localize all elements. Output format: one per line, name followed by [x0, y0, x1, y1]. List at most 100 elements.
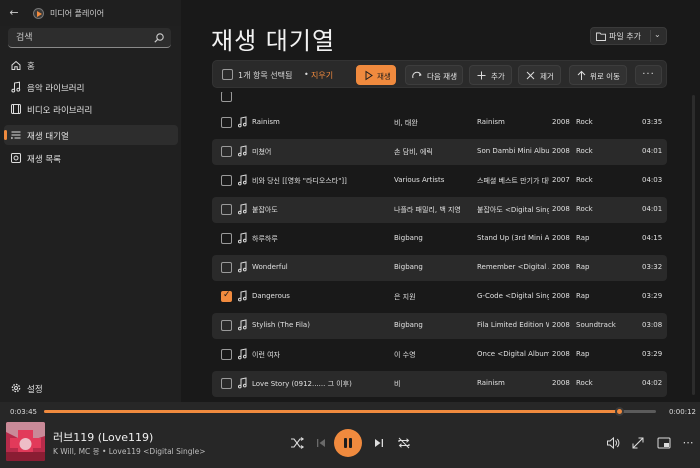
row-checkbox[interactable] — [221, 378, 232, 389]
track-artist[interactable]: 비 — [394, 379, 472, 389]
sidebar-item-label: 홈 — [27, 62, 35, 72]
remove-button[interactable]: 제거 — [518, 65, 561, 85]
more-options-icon[interactable]: ⋯ — [681, 435, 695, 451]
track-album[interactable]: Son Dambi Mini Album — [477, 147, 549, 155]
table-row[interactable]: Love Story (0912...... 그 이후) 비 Rainism 2… — [212, 371, 667, 397]
track-album[interactable]: Remember <Digital Album> — [477, 263, 549, 271]
track-artist[interactable]: Bigbang — [394, 234, 472, 242]
seek-slider[interactable] — [44, 407, 656, 416]
folder-icon — [596, 32, 606, 41]
track-album[interactable]: Rainism — [477, 379, 549, 387]
mini-player-icon[interactable] — [656, 435, 672, 451]
add-button[interactable]: 추가 — [469, 65, 512, 85]
back-button[interactable]: ← — [6, 6, 22, 20]
video-icon — [11, 104, 21, 114]
track-year: 2008 — [552, 321, 570, 329]
sidebar-item-home[interactable]: 홈 — [4, 55, 178, 75]
track-artist[interactable]: 은 지원 — [394, 292, 472, 302]
seek-thumb[interactable] — [615, 407, 625, 416]
row-checkbox[interactable] — [221, 175, 232, 186]
search-input[interactable] — [16, 31, 151, 45]
row-checkbox[interactable] — [221, 262, 232, 273]
repeat-off-icon[interactable] — [396, 435, 412, 451]
select-all-checkbox[interactable] — [222, 69, 233, 80]
table-row[interactable]: Rainism 비, 태완 Rainism 2008 Rock 03:35 — [212, 110, 667, 136]
sidebar-item-label: 재생 대기열 — [27, 132, 69, 142]
sidebar-item-playlists[interactable]: 재생 목록 — [4, 148, 178, 168]
active-indicator — [4, 130, 7, 140]
sidebar-item-video-library[interactable]: 비디오 라이브러리 — [4, 99, 178, 119]
row-checkbox[interactable] — [221, 233, 232, 244]
chevron-down-icon[interactable]: ⌄ — [654, 30, 661, 39]
music-note-icon — [238, 232, 247, 244]
now-playing-title: 러브119 (Love119) — [53, 431, 154, 444]
scrollbar[interactable] — [692, 95, 695, 395]
track-title: Stylish (The Fila) — [252, 321, 310, 329]
sidebar-item-music-library[interactable]: 음악 라이브러리 — [4, 77, 178, 97]
track-year: 2007 — [552, 176, 570, 184]
sidebar-item-settings[interactable]: 설정 — [4, 378, 178, 398]
track-genre: Rap — [576, 292, 590, 300]
track-year: 2008 — [552, 234, 570, 242]
table-row[interactable]: Wonderful Bigbang Remember <Digital Albu… — [212, 255, 667, 281]
track-album[interactable]: G-Code <Digital Single> — [477, 292, 549, 300]
previous-icon[interactable] — [313, 435, 329, 451]
move-up-button[interactable]: 위로 이동 — [569, 65, 627, 85]
shuffle-icon[interactable] — [289, 435, 305, 451]
table-row-selected[interactable]: Dangerous 은 지원 G-Code <Digital Single> 2… — [212, 284, 667, 310]
next-icon[interactable] — [371, 435, 387, 451]
row-checkbox[interactable] — [221, 146, 232, 157]
home-icon — [11, 60, 21, 70]
table-row[interactable]: 이런 여자 이 수영 Once <Digital Album> 2008 Rap… — [212, 342, 667, 368]
track-duration: 04:01 — [642, 147, 663, 155]
track-year: 2008 — [552, 263, 570, 271]
track-album[interactable]: Stand Up (3rd Mini Album) — [477, 234, 549, 242]
track-album[interactable]: Rainism — [477, 118, 549, 126]
track-duration: 04:01 — [642, 205, 663, 213]
track-artist[interactable]: 손 담비, 에릭 — [394, 147, 472, 157]
music-note-icon — [238, 261, 247, 273]
track-title: 이런 여자 — [252, 351, 280, 359]
table-row[interactable]: 붙잡아도 나플라 패밀리, 백 지영 붙잡아도 <Digital Single>… — [212, 197, 667, 223]
clear-selection-link[interactable]: 지우기 — [311, 70, 333, 81]
table-row[interactable]: 비와 당신 [[영화 "라디오스타"]] Various Artists 스페셜… — [212, 168, 667, 194]
track-artist[interactable]: 비, 태완 — [394, 118, 472, 128]
sidebar-item-play-queue[interactable]: 재생 대기열 — [4, 125, 178, 145]
selection-count: 1개 항목 선택됨 — [238, 71, 293, 80]
table-row[interactable]: Stylish (The Fila) Bigbang Fila Limited … — [212, 313, 667, 339]
play-next-button[interactable]: 다음 재생 — [405, 65, 463, 85]
track-artist[interactable]: Bigbang — [394, 321, 472, 329]
add-file-button[interactable]: 파일 추가 ⌄ — [590, 27, 667, 45]
track-album[interactable]: Fila Limited Edition Wear — [477, 321, 549, 329]
track-album[interactable]: Once <Digital Album> — [477, 350, 549, 358]
track-album[interactable]: 스페셜 베스트 만기가 대박 — [477, 176, 549, 186]
search-icon[interactable] — [153, 32, 165, 44]
now-playing-subtitle[interactable]: K Will, MC 몽 • Love119 <Digital Single> — [53, 446, 205, 457]
app-logo-icon — [33, 8, 44, 19]
row-checkbox[interactable] — [221, 117, 232, 128]
track-year: 2008 — [552, 350, 570, 358]
track-year: 2008 — [552, 118, 570, 126]
track-artist[interactable]: Various Artists — [394, 176, 472, 184]
track-artist[interactable]: 나플라 패밀리, 백 지영 — [394, 205, 472, 215]
row-checkbox[interactable] — [221, 204, 232, 215]
track-duration: 03:29 — [642, 350, 663, 358]
track-artist[interactable]: Bigbang — [394, 263, 472, 271]
fullscreen-icon[interactable] — [630, 435, 646, 451]
music-note-icon — [238, 174, 247, 186]
row-checkbox-checked[interactable] — [221, 290, 232, 302]
play-button[interactable]: 재생 — [356, 65, 396, 85]
volume-icon[interactable] — [605, 435, 621, 451]
pause-button[interactable] — [334, 429, 362, 457]
track-artist[interactable]: 이 수영 — [394, 350, 472, 360]
arrow-up-icon — [577, 70, 586, 80]
row-checkbox[interactable] — [221, 320, 232, 331]
row-checkbox[interactable] — [221, 92, 232, 102]
track-album[interactable]: 붙잡아도 <Digital Single> — [477, 205, 549, 215]
more-options-button[interactable]: ··· — [635, 65, 662, 85]
track-genre: Rock — [576, 118, 593, 126]
table-row[interactable]: 하루하루 Bigbang Stand Up (3rd Mini Album) 2… — [212, 226, 667, 252]
table-row[interactable]: 미쳤어 손 담비, 에릭 Son Dambi Mini Album 2008 R… — [212, 139, 667, 165]
row-checkbox[interactable] — [221, 349, 232, 360]
search-box[interactable] — [8, 28, 171, 48]
